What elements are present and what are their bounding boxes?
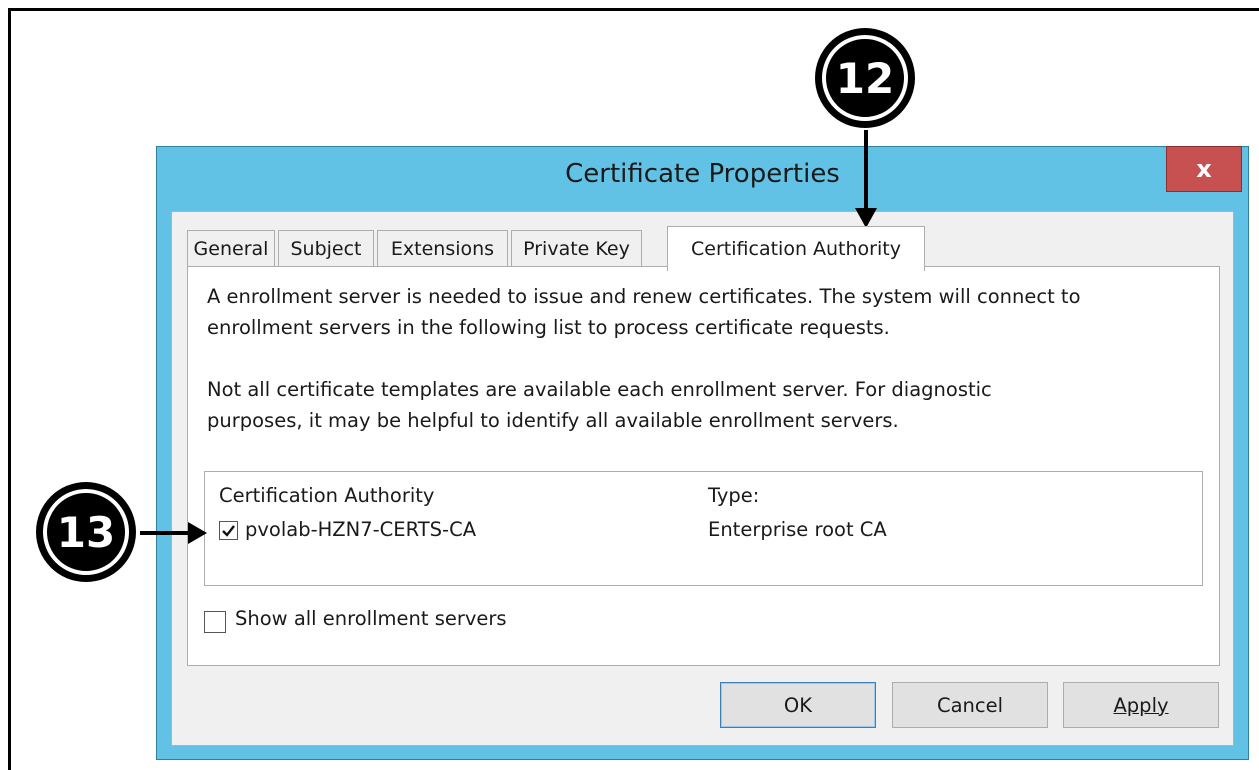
callout-12-arrowhead xyxy=(855,208,877,228)
callout-12-number: 12 xyxy=(822,35,908,121)
callout-13: 13 xyxy=(36,482,136,582)
callout-13-arrowhead xyxy=(188,522,207,544)
callout-12: 12 xyxy=(815,28,915,128)
callout-13-number: 13 xyxy=(43,489,129,575)
tab-certification-authority[interactable]: Certification Authority xyxy=(667,226,925,271)
annotation-arrows xyxy=(140,130,877,544)
